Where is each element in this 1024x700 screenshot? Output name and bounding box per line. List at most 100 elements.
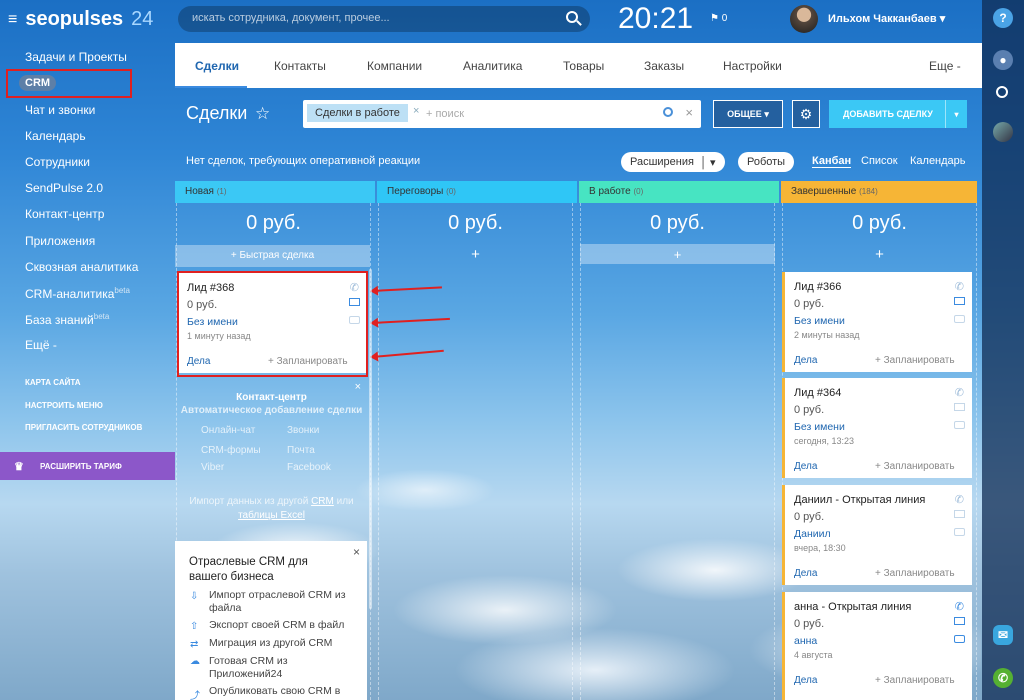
view-list[interactable]: Список [861, 155, 898, 167]
column-header-in-work[interactable]: В работе (0) [579, 181, 779, 203]
add-card-button[interactable]: + [378, 246, 573, 263]
card-title[interactable]: Лид #366 [794, 281, 841, 293]
card-deals-link[interactable]: Дела [794, 461, 817, 472]
clear-icon[interactable]: × [685, 105, 693, 120]
promo-item-calls[interactable]: Звонки [287, 425, 319, 436]
flag-counter[interactable]: ⚑ 0 [710, 13, 727, 24]
card-plan-link[interactable]: + Запланировать [875, 568, 955, 579]
chat-icon[interactable] [954, 528, 965, 536]
global-search-input[interactable]: искать сотрудника, документ, прочее... [178, 6, 590, 32]
add-deal-button[interactable]: ДОБАВИТЬ СДЕЛКУ ▾ [829, 100, 967, 128]
column-header-negotiation[interactable]: Переговоры (0) [377, 181, 577, 203]
view-kanban[interactable]: Канбан [812, 155, 852, 168]
filter-search[interactable]: Сделки в работе × + поиск × [303, 100, 701, 128]
mail-icon[interactable] [954, 297, 965, 305]
phone-icon[interactable]: ✆ [955, 600, 964, 613]
sidebar-item-knowledge[interactable]: База знанийbeta [25, 312, 109, 327]
tab-contacts[interactable]: Контакты [274, 59, 326, 73]
chat-icon[interactable]: ✉ [993, 625, 1013, 645]
invite-link[interactable]: ПРИГЛАСИТЬ СОТРУДНИКОВ [25, 423, 142, 432]
tab-analytics[interactable]: Аналитика [463, 59, 522, 73]
avatar[interactable] [790, 5, 818, 33]
column-header-new[interactable]: Новая (1) [175, 181, 375, 203]
search-icon[interactable] [996, 86, 1008, 98]
configure-menu-link[interactable]: НАСТРОИТЬ МЕНЮ [25, 401, 103, 410]
sidebar-item-chat[interactable]: Чат и звонки [25, 103, 95, 117]
tab-deals[interactable]: Сделки [195, 59, 239, 73]
chat-icon[interactable] [954, 635, 965, 643]
card-deals-link[interactable]: Дела [794, 675, 817, 686]
disk-icon[interactable] [993, 122, 1013, 142]
close-icon[interactable]: × [413, 105, 419, 117]
card-title[interactable]: Даниил - Открытая линия [794, 494, 925, 506]
promo-item-forms[interactable]: CRM-формы [201, 445, 261, 456]
phone-icon[interactable]: ✆ [955, 280, 964, 293]
industry-item[interactable]: Опубликовать свою CRM в [209, 685, 359, 698]
card-title[interactable]: анна - Открытая линия [794, 601, 911, 613]
add-card-button[interactable]: + [580, 244, 775, 264]
promo-crm-link[interactable]: CRM [311, 496, 334, 507]
card-plan-link[interactable]: + Запланировать [875, 675, 955, 686]
quick-deal-button[interactable]: + Быстрая сделка [175, 245, 370, 267]
tab-goods[interactable]: Товары [563, 59, 604, 73]
sitemap-link[interactable]: КАРТА САЙТА [25, 378, 81, 387]
mail-icon[interactable] [954, 403, 965, 411]
sidebar-item-tasks[interactable]: Задачи и Проекты [25, 50, 127, 64]
industry-item[interactable]: Импорт отраслевой CRM из файла [209, 589, 359, 615]
promo-item-facebook[interactable]: Facebook [287, 462, 331, 473]
upgrade-button[interactable]: ♛ РАСШИРИТЬ ТАРИФ [0, 452, 175, 480]
mail-icon[interactable] [954, 510, 965, 518]
logo[interactable]: ≡ seopulses 24 [8, 8, 153, 31]
filter-search-input[interactable]: + поиск [426, 108, 464, 120]
tab-settings[interactable]: Настройки [723, 59, 782, 73]
gear-icon[interactable]: ⚙ [792, 100, 820, 128]
search-icon[interactable] [566, 11, 578, 23]
sidebar-item-employees[interactable]: Сотрудники [25, 155, 90, 169]
chevron-down-icon[interactable]: ▾ [945, 100, 967, 128]
card-plan-link[interactable]: + Запланировать [875, 355, 955, 366]
card-client[interactable]: Без имени [794, 421, 845, 433]
star-icon[interactable]: ☆ [255, 104, 270, 124]
chat-icon[interactable] [954, 421, 965, 429]
add-card-button[interactable]: + [782, 246, 977, 263]
mail-icon[interactable] [954, 617, 965, 625]
tab-orders[interactable]: Заказы [644, 59, 684, 73]
industry-item[interactable]: Миграция из другой CRM [209, 637, 359, 650]
card-plan-link[interactable]: + Запланировать [875, 461, 955, 472]
promo-excel-link[interactable]: таблицы Excel [238, 510, 305, 521]
card-client[interactable]: Даниил [794, 528, 831, 540]
general-category-button[interactable]: ОБЩЕЕ ▾ [713, 100, 783, 128]
tab-companies[interactable]: Компании [367, 59, 422, 73]
card-client[interactable]: Без имени [794, 315, 845, 327]
promo-item-chat[interactable]: Онлайн-чат [201, 425, 255, 436]
deal-card[interactable]: Лид #366 0 руб. Без имени 2 минуты назад… [782, 272, 972, 372]
sidebar-item-crm-analytics[interactable]: CRM-аналитикаbeta [25, 286, 130, 301]
sidebar-item-calendar[interactable]: Календарь [25, 129, 86, 143]
search-icon[interactable] [663, 107, 673, 117]
deal-card[interactable]: Лид #364 0 руб. Без имени сегодня, 13:23… [782, 378, 972, 478]
phone-icon[interactable]: ✆ [955, 493, 964, 506]
sidebar-item-apps[interactable]: Приложения [25, 234, 95, 248]
promo-item-mail[interactable]: Почта [287, 445, 315, 456]
card-client[interactable]: анна [794, 635, 817, 647]
extensions-button[interactable]: Расширения │ ▾ [621, 152, 725, 172]
card-deals-link[interactable]: Дела [794, 568, 817, 579]
view-calendar[interactable]: Календарь [910, 155, 966, 167]
chat-icon[interactable] [954, 315, 965, 323]
deal-card[interactable]: анна - Открытая линия 0 руб. анна 4 авгу… [782, 592, 972, 700]
column-header-done[interactable]: Завершенные (184) [781, 181, 977, 203]
close-icon[interactable]: × [353, 545, 360, 559]
sidebar-item-analytics[interactable]: Сквозная аналитика [25, 260, 138, 274]
promo-item-viber[interactable]: Viber [201, 462, 224, 473]
industry-item[interactable]: Готовая CRM из Приложений24 [209, 655, 359, 681]
sidebar-item-sendpulse[interactable]: SendPulse 2.0 [25, 181, 103, 195]
industry-item[interactable]: Экспорт своей CRM в файл [209, 619, 359, 632]
user-menu[interactable]: Ильхом Чакканбаев ▾ [828, 12, 945, 25]
help-icon[interactable]: ? [993, 8, 1013, 28]
card-deals-link[interactable]: Дела [794, 355, 817, 366]
phone-icon[interactable]: ✆ [955, 386, 964, 399]
column-scrollbar[interactable] [369, 269, 372, 609]
sidebar-item-more[interactable]: Ещё - [25, 338, 57, 352]
deal-card[interactable]: Даниил - Открытая линия 0 руб. Даниил вч… [782, 485, 972, 585]
menu-burger-icon[interactable]: ≡ [8, 11, 17, 29]
